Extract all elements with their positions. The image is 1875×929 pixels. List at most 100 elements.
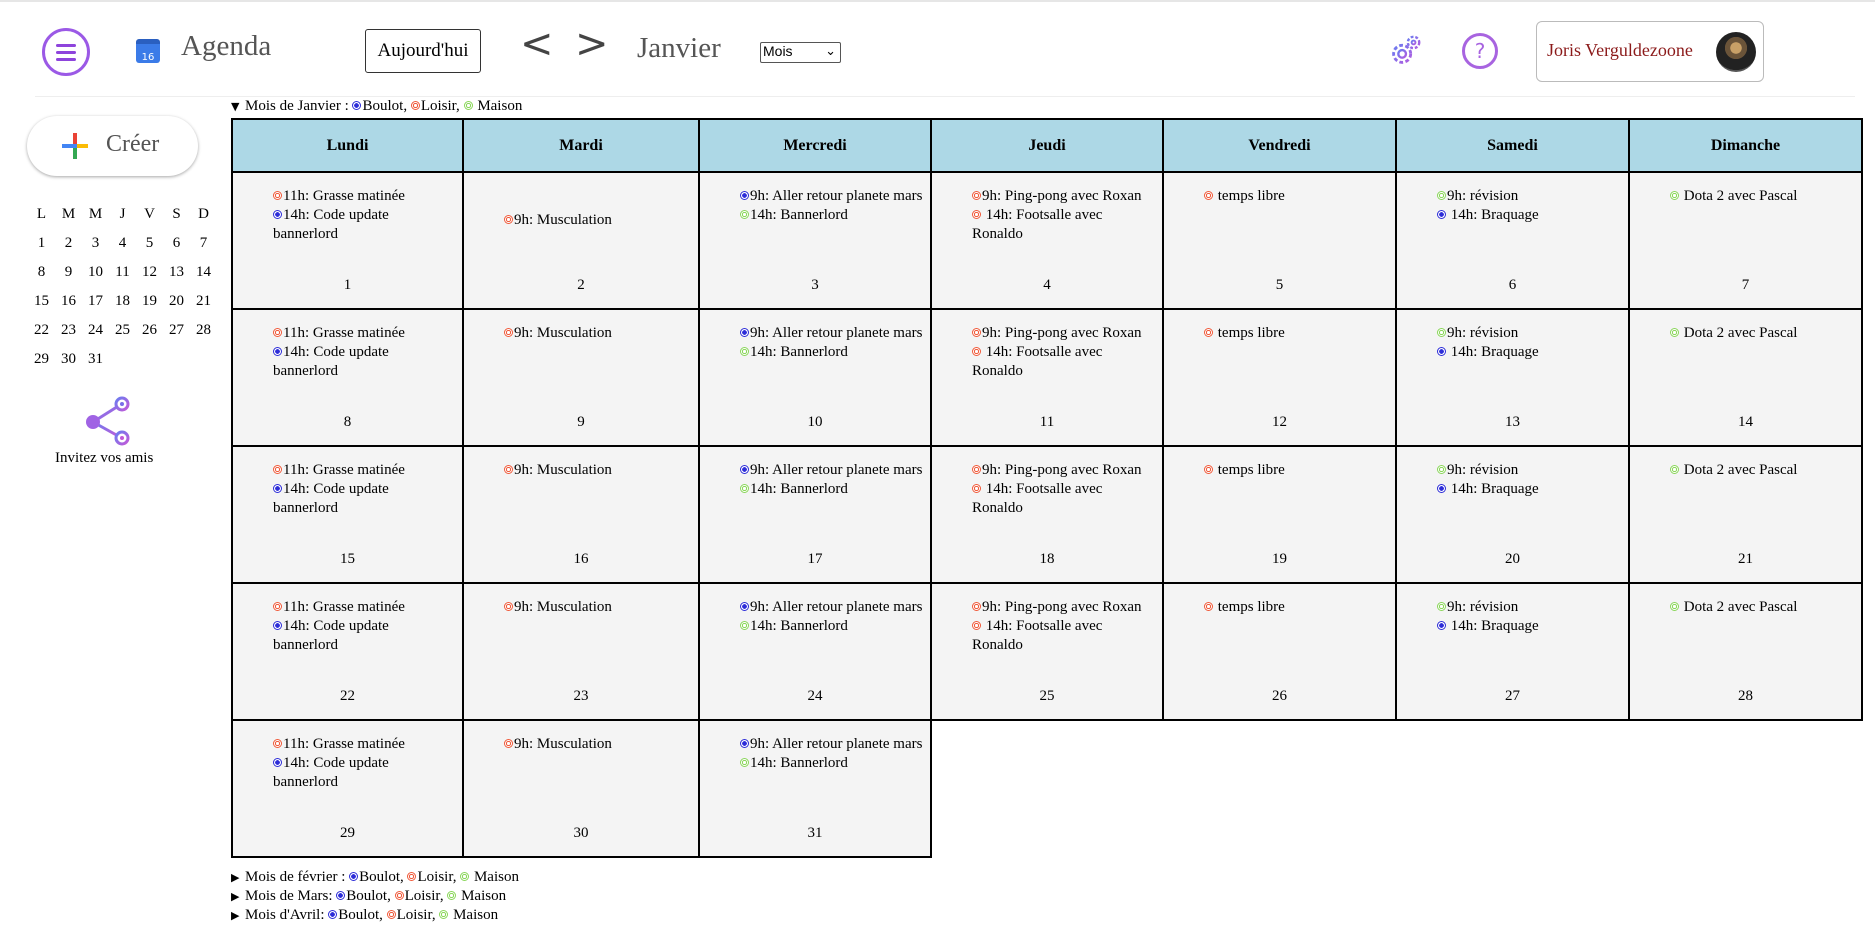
event-item[interactable]: temps libre (1204, 461, 1389, 480)
event-item[interactable]: 14h: Bannerlord (740, 617, 924, 636)
event-item[interactable]: 14h: Braquage (1437, 206, 1622, 225)
event-item[interactable]: 14h: Braquage (1437, 617, 1622, 636)
mini-calendar-day[interactable]: 10 (82, 258, 109, 287)
mini-calendar-day[interactable]: 19 (136, 287, 163, 316)
event-item[interactable]: 9h: révision (1437, 187, 1622, 206)
day-cell[interactable]: 9h: Ping-pong avec Roxan 14h: Footsalle … (930, 582, 1164, 721)
day-cell[interactable]: 9h: Musculation 2 (462, 171, 700, 310)
event-item[interactable]: 14h: Footsalle avec Ronaldo (972, 480, 1156, 518)
day-cell[interactable]: 9h: Musculation 16 (462, 445, 700, 584)
day-cell[interactable]: 9h: Musculation 30 (462, 719, 700, 858)
event-item[interactable]: 11h: Grasse matinée (273, 598, 456, 617)
event-item[interactable]: temps libre (1204, 187, 1389, 206)
next-month-button[interactable]: > (575, 24, 609, 64)
mini-calendar-day[interactable]: 21 (190, 287, 217, 316)
event-item[interactable]: 9h: Aller retour planete mars (740, 324, 924, 343)
day-cell[interactable]: 9h: Aller retour planete mars 14h: Banner… (698, 171, 932, 310)
gear-icon[interactable] (1386, 32, 1424, 70)
event-item[interactable]: 9h: révision (1437, 324, 1622, 343)
event-item[interactable]: 9h: Aller retour planete mars (740, 187, 924, 206)
event-item[interactable]: 14h: Braquage (1437, 343, 1622, 362)
event-item[interactable]: Dota 2 avec Pascal (1670, 187, 1855, 206)
mini-calendar-day[interactable]: 30 (55, 345, 82, 374)
day-cell[interactable]: 9h: révision 14h: Braquage 13 (1395, 308, 1630, 447)
event-item[interactable]: 14h: Bannerlord (740, 206, 924, 225)
mini-calendar-day[interactable]: 29 (28, 345, 55, 374)
event-item[interactable]: 14h: Bannerlord (740, 480, 924, 499)
event-item[interactable]: 9h: Aller retour planete mars (740, 598, 924, 617)
event-item[interactable]: 14h: Bannerlord (740, 343, 924, 362)
mini-calendar-day[interactable]: 17 (82, 287, 109, 316)
month-summary-janvier[interactable]: ▼ Mois de Janvier : Boulot, Loisir, Maiso… (231, 97, 522, 116)
mini-calendar-day[interactable]: 27 (163, 316, 190, 345)
event-item[interactable]: 14h: Code update bannerlord (273, 617, 456, 655)
event-item[interactable]: 9h: Ping-pong avec Roxan (972, 461, 1156, 480)
mini-calendar-day[interactable]: 15 (28, 287, 55, 316)
help-icon[interactable]: ? (1462, 33, 1498, 69)
day-cell[interactable]: 9h: Aller retour planete mars 14h: Banner… (698, 719, 932, 858)
event-item[interactable]: 14h: Bannerlord (740, 754, 924, 773)
event-item[interactable]: 9h: Aller retour planete mars (740, 461, 924, 480)
mini-calendar-day[interactable]: 20 (163, 287, 190, 316)
day-cell[interactable]: 11h: Grasse matinée 14h: Code update bann… (231, 308, 464, 447)
mini-calendar-day[interactable]: 25 (109, 316, 136, 345)
event-item[interactable]: 14h: Footsalle avec Ronaldo (972, 206, 1156, 244)
day-cell[interactable]: 11h: Grasse matinée 14h: Code update bann… (231, 445, 464, 584)
event-item[interactable]: temps libre (1204, 324, 1389, 343)
mini-calendar-day[interactable]: 24 (82, 316, 109, 345)
event-item[interactable]: 14h: Footsalle avec Ronaldo (972, 343, 1156, 381)
day-cell[interactable]: 9h: Aller retour planete mars 14h: Banner… (698, 308, 932, 447)
mini-calendar-day[interactable]: 14 (190, 258, 217, 287)
previous-month-button[interactable]: < (520, 24, 554, 64)
event-item[interactable]: 9h: Musculation (504, 211, 692, 230)
day-cell[interactable]: 11h: Grasse matinée 14h: Code update bann… (231, 582, 464, 721)
day-cell[interactable]: Dota 2 avec Pascal 28 (1628, 582, 1863, 721)
day-cell[interactable]: 9h: Ping-pong avec Roxan 14h: Footsalle … (930, 308, 1164, 447)
event-item[interactable]: 14h: Code update bannerlord (273, 754, 456, 792)
event-item[interactable]: 14h: Code update bannerlord (273, 206, 456, 244)
mini-calendar-day[interactable]: 23 (55, 316, 82, 345)
event-item[interactable]: 11h: Grasse matinée (273, 461, 456, 480)
mini-calendar-day[interactable]: 4 (109, 229, 136, 258)
event-item[interactable]: 9h: révision (1437, 461, 1622, 480)
day-cell[interactable]: temps libre 19 (1162, 445, 1397, 584)
event-item[interactable]: Dota 2 avec Pascal (1670, 324, 1855, 343)
day-cell[interactable]: 9h: Aller retour planete mars 14h: Banner… (698, 582, 932, 721)
mini-calendar-day[interactable]: 28 (190, 316, 217, 345)
day-cell[interactable]: 9h: révision 14h: Braquage 27 (1395, 582, 1630, 721)
event-item[interactable]: 11h: Grasse matinée (273, 187, 456, 206)
mini-calendar-day[interactable]: 3 (82, 229, 109, 258)
event-item[interactable]: 9h: Ping-pong avec Roxan (972, 598, 1156, 617)
event-item[interactable]: 9h: Musculation (504, 735, 692, 754)
mini-calendar-day[interactable]: 13 (163, 258, 190, 287)
mini-calendar-day[interactable]: 26 (136, 316, 163, 345)
event-item[interactable]: 9h: Ping-pong avec Roxan (972, 324, 1156, 343)
mini-calendar-day[interactable]: 16 (55, 287, 82, 316)
mini-calendar-day[interactable]: 12 (136, 258, 163, 287)
mini-calendar-day[interactable]: 6 (163, 229, 190, 258)
month-summary-avril[interactable]: ▶ Mois d'Avril: Boulot, Loisir, Maison (231, 906, 498, 925)
day-cell[interactable]: 9h: Ping-pong avec Roxan 14h: Footsalle … (930, 171, 1164, 310)
mini-calendar-day[interactable]: 2 (55, 229, 82, 258)
day-cell[interactable]: 9h: Ping-pong avec Roxan 14h: Footsalle … (930, 445, 1164, 584)
mini-calendar-day[interactable]: 8 (28, 258, 55, 287)
event-item[interactable]: 14h: Braquage (1437, 480, 1622, 499)
event-item[interactable]: 11h: Grasse matinée (273, 324, 456, 343)
mini-calendar-day[interactable]: 7 (190, 229, 217, 258)
day-cell[interactable]: Dota 2 avec Pascal 14 (1628, 308, 1863, 447)
event-item[interactable]: 9h: Musculation (504, 461, 692, 480)
event-item[interactable]: 9h: Musculation (504, 598, 692, 617)
user-account-button[interactable]: Joris Verguldezoone (1536, 21, 1764, 82)
invite-friends-link[interactable]: Invitez vos amis (55, 450, 153, 467)
day-cell[interactable]: Dota 2 avec Pascal 7 (1628, 171, 1863, 310)
event-item[interactable]: 14h: Code update bannerlord (273, 343, 456, 381)
event-item[interactable]: temps libre (1204, 598, 1389, 617)
day-cell[interactable]: 11h: Grasse matinée 14h: Code update bann… (231, 719, 464, 858)
day-cell[interactable]: 9h: Musculation 9 (462, 308, 700, 447)
day-cell[interactable]: Dota 2 avec Pascal 21 (1628, 445, 1863, 584)
event-item[interactable]: 14h: Code update bannerlord (273, 480, 456, 518)
month-summary-mars[interactable]: ▶ Mois de Mars: Boulot, Loisir, Maison (231, 887, 506, 906)
mini-calendar-day[interactable]: 9 (55, 258, 82, 287)
month-summary-fevrier[interactable]: ▶ Mois de février : Boulot, Loisir, Maiso… (231, 868, 519, 887)
mini-calendar-day[interactable]: 18 (109, 287, 136, 316)
